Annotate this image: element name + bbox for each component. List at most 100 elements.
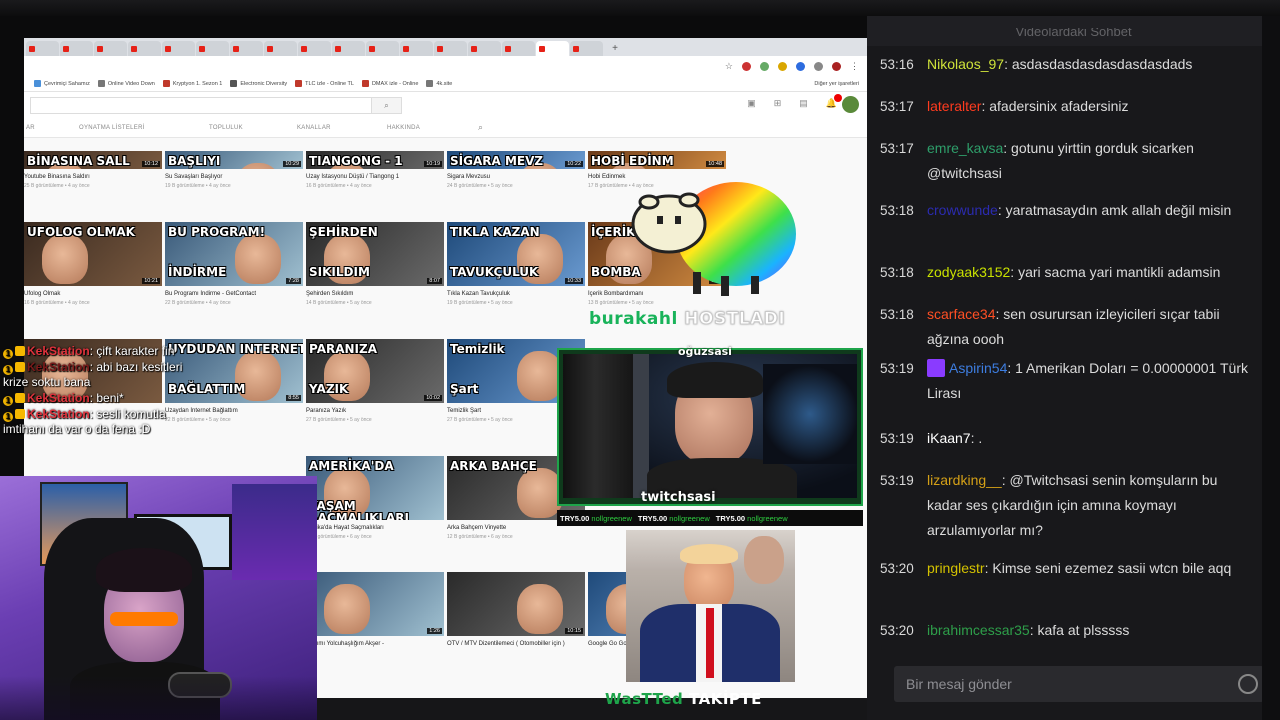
- video-thumbnail[interactable]: UFOLOG OLMAK 10:21: [24, 222, 162, 286]
- bookmark-item[interactable]: TLC izle - Online TL: [295, 80, 354, 87]
- video-card[interactable]: SİGARA MEVZ 10:22 Sigara Mevzusu 24 B görün…: [447, 151, 585, 189]
- browser-toolbar: ☆ ⋮: [24, 56, 867, 76]
- browser-tab[interactable]: [230, 41, 263, 56]
- video-thumbnail[interactable]: SİGARA MEVZ 10:22: [447, 151, 585, 169]
- video-title[interactable]: OTV / MTV Dizentilemeci ( Otomobiller iç…: [447, 640, 585, 648]
- video-thumbnail[interactable]: 10:15: [447, 572, 585, 636]
- channel-tab[interactable]: AR: [26, 125, 35, 131]
- bell-icon[interactable]: 🔔: [826, 94, 842, 109]
- chat-username[interactable]: emre_kavsa: [927, 140, 1003, 156]
- video-title[interactable]: Tıkla Kazan Tavukçuluk: [447, 290, 585, 298]
- browser-tab[interactable]: [94, 41, 127, 56]
- video-thumbnail[interactable]: BİNASINA SALL 10:12: [24, 151, 162, 169]
- browser-tab[interactable]: [332, 41, 365, 56]
- video-title[interactable]: Uzay İstasyonu Düştü / Tiangong 1: [306, 173, 444, 181]
- search-icon[interactable]: ⌕: [371, 97, 401, 113]
- browser-tab[interactable]: [570, 41, 603, 56]
- chat-username[interactable]: Nikolaos_97: [927, 56, 1004, 72]
- video-title[interactable]: Su Savaşları Başlıyor: [165, 173, 303, 181]
- video-thumbnail[interactable]: PARANIZA YAZIK 10:02: [306, 339, 444, 403]
- video-card[interactable]: BAŞLIYI 10:29 Su Savaşları Başlıyor 19 B gö…: [165, 151, 303, 189]
- video-title[interactable]: Şehirden Sıkıldım: [306, 290, 444, 298]
- video-thumbnail[interactable]: TIKLA KAZAN TAVUKÇULUK 10:33: [447, 222, 585, 286]
- messages-icon[interactable]: ▤: [799, 98, 808, 109]
- chat-timestamp: 53:19: [880, 361, 914, 376]
- video-card[interactable]: UFOLOG OLMAK 10:21 Ufolog Olmak 16 B görünt…: [24, 222, 162, 306]
- video-title[interactable]: Kapımı Yolcuhaşlığım Akşer -: [306, 640, 444, 648]
- chat-username[interactable]: zodyaak3152: [927, 264, 1010, 280]
- video-card[interactable]: 10:15 OTV / MTV Dizentilemeci ( Otomobill…: [447, 572, 585, 648]
- apps-icon[interactable]: ⊞: [774, 98, 782, 109]
- video-card[interactable]: 1:26 Kapımı Yolcuhaşlığım Akşer -: [306, 572, 444, 648]
- browser-tab[interactable]: [298, 41, 331, 56]
- chat-username[interactable]: scarface34: [927, 306, 995, 322]
- bookmark-item[interactable]: Electronic Diversity: [230, 80, 287, 87]
- browser-tab[interactable]: [536, 41, 569, 56]
- overlay-chat-text: : beni*: [89, 391, 124, 405]
- video-card[interactable]: ŞEHİRDEN SIKILDIM 8:07 Şehirden Sıkıldım 14 …: [306, 222, 444, 306]
- channel-tab[interactable]: HAKKINDA: [387, 125, 420, 131]
- chat-username[interactable]: ibrahimcessar35: [927, 622, 1030, 638]
- bookmark-item[interactable]: Online Video Down: [97, 80, 155, 87]
- browser-tab[interactable]: [468, 41, 501, 56]
- browser-tab[interactable]: [366, 41, 399, 56]
- video-thumbnail[interactable]: ŞEHİRDEN SIKILDIM 8:07: [306, 222, 444, 286]
- video-title[interactable]: Youtube Binasına Saldırı: [24, 173, 162, 181]
- chat-username[interactable]: iKaan7: [927, 430, 971, 446]
- stream-vod-frame: + ☆ ⋮ Çevrimiçi Sahamız Online Video Down…: [0, 0, 1280, 720]
- video-thumbnail[interactable]: BU PROGRAM! İNDİRME 7:28: [165, 222, 303, 286]
- video-card[interactable]: BİNASINA SALL 10:12 Youtube Binasına Saldı…: [24, 151, 162, 189]
- video-card[interactable]: BU PROGRAM! İNDİRME 7:28 Bu Programı İndirm…: [165, 222, 303, 306]
- video-thumbnail[interactable]: BAŞLIYI 10:29: [165, 151, 303, 169]
- other-bookmarks[interactable]: Diğer yer işaretleri: [814, 81, 859, 87]
- chat-username[interactable]: crowwunde: [927, 202, 998, 218]
- search-icon[interactable]: ⌕: [478, 122, 483, 133]
- new-tab-icon[interactable]: +: [608, 42, 622, 56]
- video-title[interactable]: Paranıza Yazık: [306, 407, 444, 415]
- video-card[interactable]: PARANIZA YAZIK 10:02 Paranıza Yazık 27 B gör…: [306, 339, 444, 423]
- video-duration: 10:15: [565, 628, 583, 634]
- browser-tab[interactable]: [434, 41, 467, 56]
- browser-tab[interactable]: [128, 41, 161, 56]
- prime-badge-icon: [927, 359, 945, 377]
- video-title[interactable]: Bu Programı İndirme - GetContact: [165, 290, 303, 298]
- chat-username[interactable]: lizardking__: [927, 472, 1002, 488]
- browser-tab[interactable]: [502, 41, 535, 56]
- video-thumbnail[interactable]: AMERİKA'DA YAŞAM SAÇMALIKLARI: [306, 456, 444, 520]
- video-title[interactable]: Ufolog Olmak: [24, 290, 162, 298]
- browser-tab[interactable]: [60, 41, 93, 56]
- channel-tab[interactable]: TOPLULUK: [209, 125, 243, 131]
- video-card[interactable]: TIKLA KAZAN TAVUKÇULUK 10:33 Tıkla Kazan Ta…: [447, 222, 585, 306]
- browser-tab[interactable]: [264, 41, 297, 56]
- browser-tab[interactable]: [400, 41, 433, 56]
- channel-tab[interactable]: KANALLAR: [297, 125, 331, 131]
- avatar[interactable]: [842, 96, 859, 113]
- video-thumbnail[interactable]: TIANGONG - 1 10:19: [306, 151, 444, 169]
- video-title[interactable]: merika'da Hayat Saçmalıkları: [306, 524, 444, 532]
- bookmark-item[interactable]: 4k.site: [426, 80, 452, 87]
- channel-tab[interactable]: OYNATMA LİSTELERİ: [79, 125, 145, 131]
- video-title[interactable]: Sigara Mevzusu: [447, 173, 585, 181]
- video-thumbnail[interactable]: 1:26: [306, 572, 444, 636]
- chat-username[interactable]: Aspirin54: [949, 360, 1007, 376]
- chat-input[interactable]: Bir mesaj gönder: [894, 666, 1264, 702]
- chat-username[interactable]: pringlestr: [927, 560, 985, 576]
- bookmarks-bar: Çevrimiçi Sahamız Online Video Down Krypty…: [24, 76, 867, 92]
- upload-icon[interactable]: ▣: [747, 98, 756, 109]
- bookmark-label: DMAX izle - Online: [371, 80, 419, 87]
- youtube-search-input[interactable]: ⌕: [30, 96, 402, 114]
- video-duration: 10:02: [424, 395, 442, 401]
- bookmark-item[interactable]: DMAX izle - Online: [361, 80, 419, 87]
- browser-tab[interactable]: [196, 41, 229, 56]
- browser-tab[interactable]: [162, 41, 195, 56]
- video-card[interactable]: AMERİKA'DA YAŞAM SAÇMALIKLARI merika'da Hay…: [306, 456, 444, 540]
- browser-tab[interactable]: [26, 41, 59, 56]
- bookmark-icon: [162, 80, 170, 87]
- chat-message-body: Aspirin54: 1 Amerikan Doları = 0.0000000…: [927, 356, 1252, 406]
- chat-username[interactable]: lateralter: [927, 98, 981, 114]
- bookmark-item[interactable]: Kryptyon 1. Sezon 1: [162, 80, 222, 87]
- bookmark-item[interactable]: Çevrimiçi Sahamız: [34, 80, 90, 87]
- video-thumbnail[interactable]: HOBİ EDİNM 10:48: [588, 151, 726, 169]
- video-card[interactable]: TIANGONG - 1 10:19 Uzay İstasyonu Düştü / …: [306, 151, 444, 189]
- emote-picker-icon[interactable]: [1238, 674, 1258, 694]
